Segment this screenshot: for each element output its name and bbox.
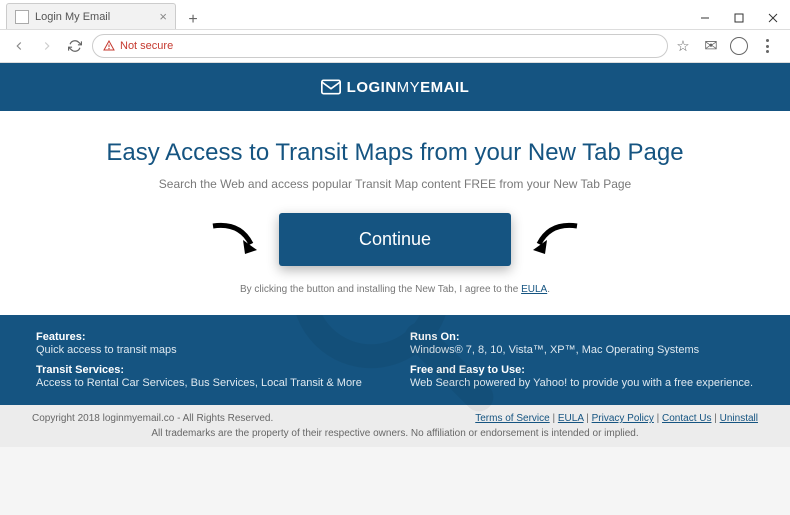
reload-button[interactable]	[64, 35, 86, 57]
new-tab-button[interactable]: +	[184, 11, 202, 29]
page-content: LOGINMYEMAIL Easy Access to Transit Maps…	[0, 63, 790, 515]
privacy-link[interactable]: Privacy Policy	[592, 413, 654, 424]
profile-avatar[interactable]	[730, 37, 748, 55]
tos-link[interactable]: Terms of Service	[475, 413, 549, 424]
minimize-button[interactable]	[688, 7, 722, 29]
features-col-2: Runs On: Windows® 7, 8, 10, Vista™, XP™,…	[410, 331, 754, 356]
contact-link[interactable]: Contact Us	[662, 413, 711, 424]
features-col-1: Features: Quick access to transit maps	[36, 331, 380, 356]
bookmark-icon[interactable]: ☆	[674, 37, 692, 55]
site-header: LOGINMYEMAIL	[0, 63, 790, 111]
menu-button[interactable]	[758, 37, 776, 55]
transit-heading: Transit Services:	[36, 364, 380, 376]
window-controls	[688, 7, 790, 29]
eula-text: By clicking the button and installing th…	[20, 284, 770, 295]
security-indicator: Not secure	[103, 40, 173, 52]
transit-text: Access to Rental Car Services, Bus Servi…	[36, 377, 380, 389]
features-col-1b: Transit Services: Access to Rental Car S…	[36, 364, 380, 389]
mail-icon	[321, 79, 341, 95]
site-footer: Copyright 2018 loginmyemail.co - All Rig…	[0, 405, 790, 447]
eula-link[interactable]: EULA	[521, 284, 547, 295]
address-bar[interactable]: Not secure	[92, 34, 668, 58]
free-heading: Free and Easy to Use:	[410, 364, 754, 376]
back-button[interactable]	[8, 35, 30, 57]
features-heading: Features:	[36, 331, 380, 343]
logo-text: LOGINMYEMAIL	[347, 79, 470, 96]
close-window-button[interactable]	[756, 7, 790, 29]
footer-row: Copyright 2018 loginmyemail.co - All Rig…	[32, 413, 758, 424]
copyright-text: Copyright 2018 loginmyemail.co - All Rig…	[32, 413, 273, 424]
continue-button[interactable]: Continue	[279, 213, 511, 266]
hero-section: Easy Access to Transit Maps from your Ne…	[0, 111, 790, 315]
arrow-left-icon	[525, 220, 585, 260]
toolbar-actions: ☆ ✉	[674, 37, 782, 55]
site-logo: LOGINMYEMAIL	[321, 79, 470, 96]
arrow-right-icon	[205, 220, 265, 260]
uninstall-link[interactable]: Uninstall	[720, 413, 758, 424]
runs-on-text: Windows® 7, 8, 10, Vista™, XP™, Mac Oper…	[410, 344, 754, 356]
tab-title: Login My Email	[35, 11, 110, 23]
features-section: Features: Quick access to transit maps R…	[0, 315, 790, 405]
not-secure-label: Not secure	[120, 40, 173, 52]
browser-tab[interactable]: Login My Email ×	[6, 3, 176, 29]
subheadline: Search the Web and access popular Transi…	[20, 177, 770, 191]
disclaimer-text: All trademarks are the property of their…	[32, 428, 758, 439]
features-text: Quick access to transit maps	[36, 344, 380, 356]
maximize-button[interactable]	[722, 7, 756, 29]
footer-links: Terms of Service | EULA | Privacy Policy…	[475, 413, 758, 424]
headline: Easy Access to Transit Maps from your Ne…	[20, 139, 770, 167]
cta-row: Continue	[20, 213, 770, 266]
browser-toolbar: Not secure ☆ ✉	[0, 30, 790, 63]
runs-on-heading: Runs On:	[410, 331, 754, 343]
close-tab-button[interactable]: ×	[159, 9, 167, 24]
features-col-2b: Free and Easy to Use: Web Search powered…	[410, 364, 754, 389]
warning-icon	[103, 40, 115, 52]
titlebar: Login My Email × +	[0, 0, 790, 30]
eula-footer-link[interactable]: EULA	[558, 413, 584, 424]
favicon-icon	[15, 10, 29, 24]
free-text: Web Search powered by Yahoo! to provide …	[410, 377, 754, 389]
mail-icon[interactable]: ✉	[702, 37, 720, 55]
forward-button[interactable]	[36, 35, 58, 57]
